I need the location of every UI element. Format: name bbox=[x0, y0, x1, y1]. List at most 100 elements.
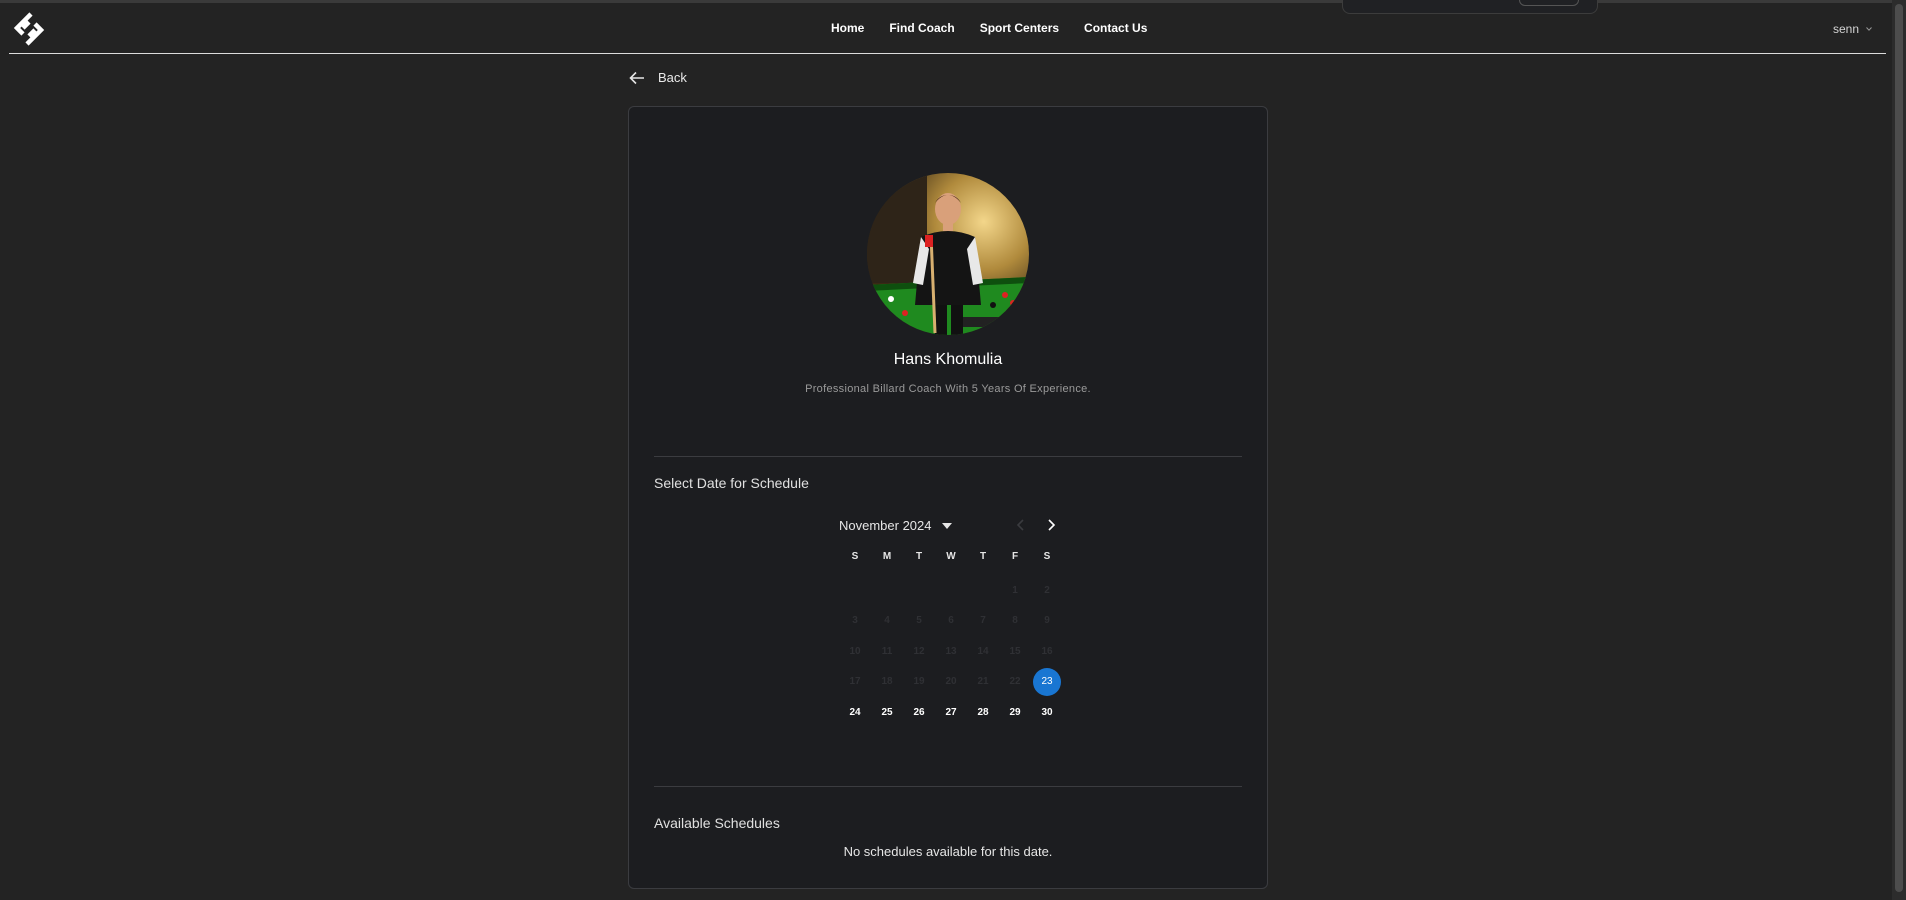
user-name: senn bbox=[1832, 22, 1859, 36]
coach-name: Hans Khomulia bbox=[893, 351, 1003, 368]
calendar-day: 19 bbox=[903, 667, 935, 698]
back-label: Back bbox=[658, 70, 687, 85]
calendar-day: 13 bbox=[935, 636, 967, 667]
weekday-label: S bbox=[1043, 551, 1051, 562]
weekday-header: SMTWTFS bbox=[839, 551, 1063, 562]
calendar-day-number: 21 bbox=[977, 676, 989, 688]
navbar: Home Find Coach Sport Centers Contact Us… bbox=[9, 3, 1886, 54]
coach-bio: Professional Billard Coach With 5 Years … bbox=[805, 383, 1091, 395]
available-schedules-title: Available Schedules bbox=[654, 815, 780, 831]
calendar-day-number: 29 bbox=[1009, 706, 1021, 718]
scrollbar-thumb[interactable] bbox=[1895, 4, 1903, 892]
calendar-day-number: 8 bbox=[1012, 615, 1018, 627]
coach-avatar bbox=[867, 173, 1029, 335]
calendar-day: 11 bbox=[871, 636, 903, 667]
calendar-day-number: 4 bbox=[884, 615, 890, 627]
chevron-right-icon[interactable] bbox=[1043, 517, 1059, 533]
divider bbox=[654, 456, 1242, 457]
calendar-grid: 1 2 3 4 5 6 7 8 9 10 11 12 13 14 15 16 17 18 19 20 21 22 23 24 2… bbox=[839, 575, 1063, 728]
calendar-day-number: 16 bbox=[1041, 645, 1053, 657]
coach-card: Hans Khomulia Professional Billard Coach… bbox=[628, 106, 1268, 889]
calendar-day-number: 26 bbox=[913, 706, 925, 718]
calendar-day[interactable]: 28 bbox=[967, 697, 999, 728]
calendar-day: 17 bbox=[839, 667, 871, 698]
calendar-blank-cell bbox=[839, 575, 871, 606]
calendar-blank-cell bbox=[935, 575, 967, 606]
weekday-label: F bbox=[1011, 551, 1019, 562]
calendar-day: 15 bbox=[999, 636, 1031, 667]
calendar-day[interactable]: 25 bbox=[871, 697, 903, 728]
weekday-label: M bbox=[882, 551, 892, 562]
weekday-label: S bbox=[851, 551, 859, 562]
calendar-day: 9 bbox=[1031, 606, 1063, 637]
divider bbox=[654, 786, 1242, 787]
calendar-header: November 2024 bbox=[839, 515, 1061, 535]
weekday-label: T bbox=[915, 551, 923, 562]
empty-schedules-message: No schedules available for this date. bbox=[843, 844, 1053, 859]
calendar-day-number: 25 bbox=[881, 706, 893, 718]
page-scrollbar[interactable] bbox=[1892, 0, 1906, 900]
calendar-day-number: 10 bbox=[849, 645, 861, 657]
calendar-day: 16 bbox=[1031, 636, 1063, 667]
calendar-day: 20 bbox=[935, 667, 967, 698]
chevron-down-icon bbox=[1866, 27, 1872, 31]
calendar-day[interactable]: 24 bbox=[839, 697, 871, 728]
brand-logo-icon[interactable] bbox=[9, 9, 49, 49]
coach-photo bbox=[867, 173, 1029, 335]
schedule-section-title: Select Date for Schedule bbox=[654, 475, 809, 491]
calendar-day[interactable]: 27 bbox=[935, 697, 967, 728]
calendar-day-number: 28 bbox=[977, 706, 989, 718]
calendar-day: 4 bbox=[871, 606, 903, 637]
weekday-label: W bbox=[946, 551, 956, 562]
calendar-day-number: 9 bbox=[1044, 615, 1050, 627]
calendar-day-number: 18 bbox=[881, 676, 893, 688]
nav-contact-us[interactable]: Contact Us bbox=[1084, 21, 1147, 35]
calendar-day: 6 bbox=[935, 606, 967, 637]
month-label: November 2024 bbox=[839, 518, 932, 533]
calendar-day-number: 2 bbox=[1044, 584, 1050, 596]
chevron-left-icon[interactable] bbox=[1013, 517, 1029, 533]
calendar-day: 8 bbox=[999, 606, 1031, 637]
calendar-day-number: 24 bbox=[849, 706, 861, 718]
calendar-day[interactable]: 30 bbox=[1031, 697, 1063, 728]
calendar-day-number: 6 bbox=[948, 615, 954, 627]
calendar-day-number: 12 bbox=[913, 645, 925, 657]
calendar-day-number: 7 bbox=[980, 615, 986, 627]
nav-find-coach[interactable]: Find Coach bbox=[889, 21, 954, 35]
calendar-day-number: 27 bbox=[945, 706, 957, 718]
user-menu[interactable]: senn bbox=[1833, 22, 1872, 36]
calendar-day-number: 22 bbox=[1009, 676, 1021, 688]
calendar-day-number: 19 bbox=[913, 676, 925, 688]
calendar-blank-cell bbox=[903, 575, 935, 606]
calendar-day-number: 13 bbox=[945, 645, 957, 657]
calendar-day: 12 bbox=[903, 636, 935, 667]
main-nav: Home Find Coach Sport Centers Contact Us bbox=[831, 21, 1147, 35]
calendar-day: 14 bbox=[967, 636, 999, 667]
calendar-day: 1 bbox=[999, 575, 1031, 606]
caret-down-icon bbox=[941, 522, 952, 529]
calendar-day[interactable]: 26 bbox=[903, 697, 935, 728]
calendar-day: 2 bbox=[1031, 575, 1063, 606]
calendar-day: 18 bbox=[871, 667, 903, 698]
calendar-day-number: 15 bbox=[1009, 645, 1021, 657]
calendar-day: 7 bbox=[967, 606, 999, 637]
calendar-day: 21 bbox=[967, 667, 999, 698]
calendar-day: 10 bbox=[839, 636, 871, 667]
nav-home[interactable]: Home bbox=[831, 21, 864, 35]
arrow-left-icon bbox=[629, 71, 644, 84]
calendar-day[interactable]: 29 bbox=[999, 697, 1031, 728]
calendar-day-number: 5 bbox=[916, 615, 922, 627]
calendar-day-number: 11 bbox=[881, 645, 893, 657]
calendar-day-number: 20 bbox=[945, 676, 957, 688]
calendar-day-selected[interactable]: 23 bbox=[1031, 667, 1063, 698]
calendar-day-number: 1 bbox=[1012, 584, 1018, 596]
calendar-day-number: 23 bbox=[1033, 667, 1061, 696]
month-select[interactable]: November 2024 bbox=[839, 518, 952, 533]
nav-sport-centers[interactable]: Sport Centers bbox=[980, 21, 1059, 35]
calendar-day: 3 bbox=[839, 606, 871, 637]
weekday-label: T bbox=[979, 551, 987, 562]
calendar-day-number: 3 bbox=[852, 615, 858, 627]
back-button[interactable]: Back bbox=[629, 70, 687, 85]
calendar-blank-cell bbox=[871, 575, 903, 606]
calendar-day: 5 bbox=[903, 606, 935, 637]
